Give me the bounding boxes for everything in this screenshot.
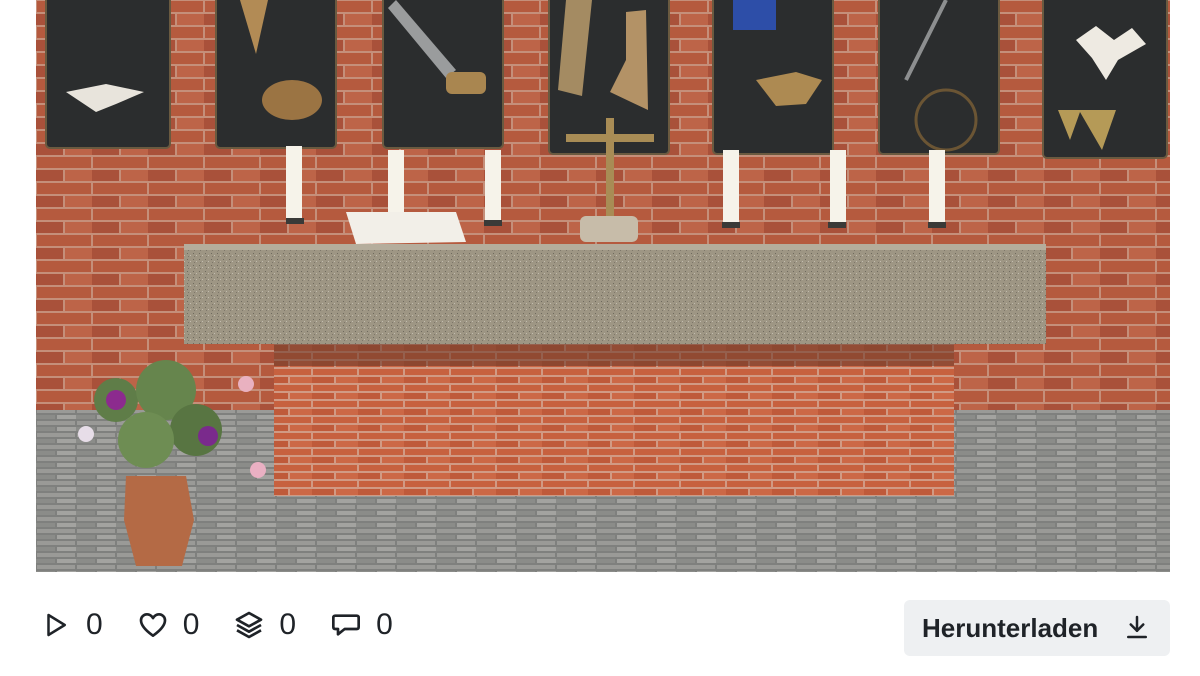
collections-count: 0 [279, 608, 297, 641]
likes-stat[interactable]: 0 [137, 608, 200, 641]
altar-photo [36, 0, 1170, 572]
likes-count: 0 [182, 608, 200, 641]
heart-icon [137, 609, 169, 641]
comments-count: 0 [376, 608, 393, 641]
download-button[interactable]: Herunterladen [904, 600, 1170, 656]
collections-stat[interactable]: 0 [233, 609, 296, 641]
comment-icon [330, 609, 362, 641]
media-image[interactable] [36, 0, 1170, 572]
engagement-stats: 0 0 0 0 [40, 600, 393, 650]
plays-stat[interactable]: 0 [40, 609, 103, 641]
download-icon [1122, 612, 1152, 645]
plays-count: 0 [86, 608, 103, 641]
layers-icon [233, 609, 265, 641]
download-label: Herunterladen [922, 612, 1099, 643]
play-icon [40, 609, 72, 641]
comments-stat[interactable]: 0 [330, 609, 393, 641]
